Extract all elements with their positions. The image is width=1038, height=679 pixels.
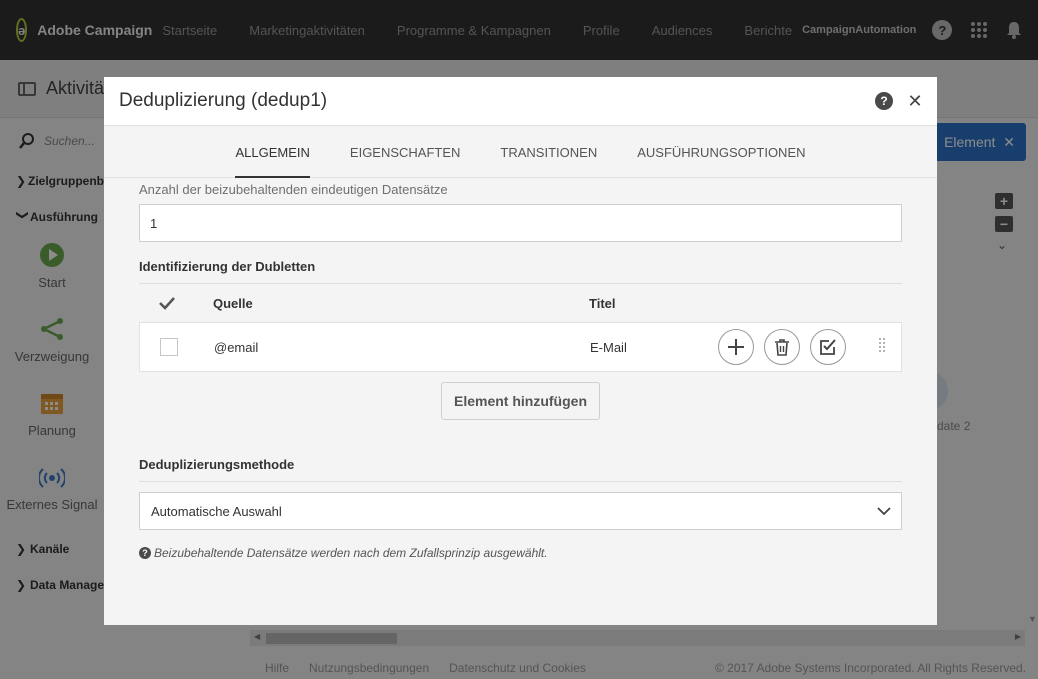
- edit-row-button[interactable]: [810, 329, 846, 365]
- table-header: Quelle Titel: [139, 284, 902, 322]
- column-header-source: Quelle: [213, 295, 253, 311]
- drag-handle-icon[interactable]: [878, 337, 886, 358]
- tab-transitions[interactable]: TRANSITIONEN: [480, 126, 617, 178]
- select-all-checkmark-icon[interactable]: [139, 296, 213, 310]
- records-to-keep-input[interactable]: 1: [139, 204, 902, 242]
- dialog-header: Deduplizierung (dedup1) ? ✕: [104, 77, 937, 126]
- scroll-down-icon[interactable]: ▼: [1028, 614, 1037, 624]
- checkbox-edit-icon: [820, 339, 836, 355]
- tab-general[interactable]: ALLGEMEIN: [215, 126, 329, 178]
- delete-row-button[interactable]: [764, 329, 800, 365]
- dialog-title: Deduplizierung (dedup1): [119, 90, 328, 111]
- deduplication-dialog: Deduplizierung (dedup1) ? ✕ ALLGEMEIN EI…: [104, 77, 937, 625]
- row-checkbox[interactable]: [160, 338, 178, 356]
- deduplication-method-title: Deduplizierungsmethode: [139, 448, 902, 482]
- records-to-keep-label: Anzahl der beizubehaltenden eindeutigen …: [139, 181, 448, 197]
- duplicate-identification-title: Identifizierung der Dubletten: [139, 250, 902, 284]
- dialog-tabs: ALLGEMEIN EIGENSCHAFTEN TRANSITIONEN AUS…: [104, 126, 937, 178]
- add-element-button[interactable]: Element hinzufügen: [441, 382, 600, 420]
- row-title: E-Mail: [590, 339, 627, 355]
- dialog-content: Anzahl der beizubehaltenden eindeutigen …: [139, 178, 902, 560]
- help-icon: ?: [139, 547, 151, 559]
- column-header-title: Titel: [589, 295, 616, 311]
- tab-execution-options[interactable]: AUSFÜHRUNGSOPTIONEN: [617, 126, 825, 178]
- method-hint: ? Beizubehaltende Datensätze werden nach…: [139, 546, 902, 560]
- row-source: @email: [214, 339, 259, 355]
- trash-icon: [775, 339, 789, 356]
- deduplication-method-select[interactable]: Automatische Auswahl: [139, 492, 902, 530]
- close-icon[interactable]: ✕: [905, 91, 925, 112]
- chevron-down-icon: [877, 506, 891, 515]
- add-row-button[interactable]: [718, 329, 754, 365]
- help-icon[interactable]: ?: [875, 92, 893, 110]
- tab-properties[interactable]: EIGENSCHAFTEN: [330, 126, 481, 178]
- method-hint-text: Beizubehaltende Datensätze werden nach d…: [154, 546, 548, 560]
- plus-icon: [728, 339, 744, 355]
- table-row[interactable]: @email E-Mail: [139, 322, 902, 372]
- selected-method: Automatische Auswahl: [151, 503, 282, 519]
